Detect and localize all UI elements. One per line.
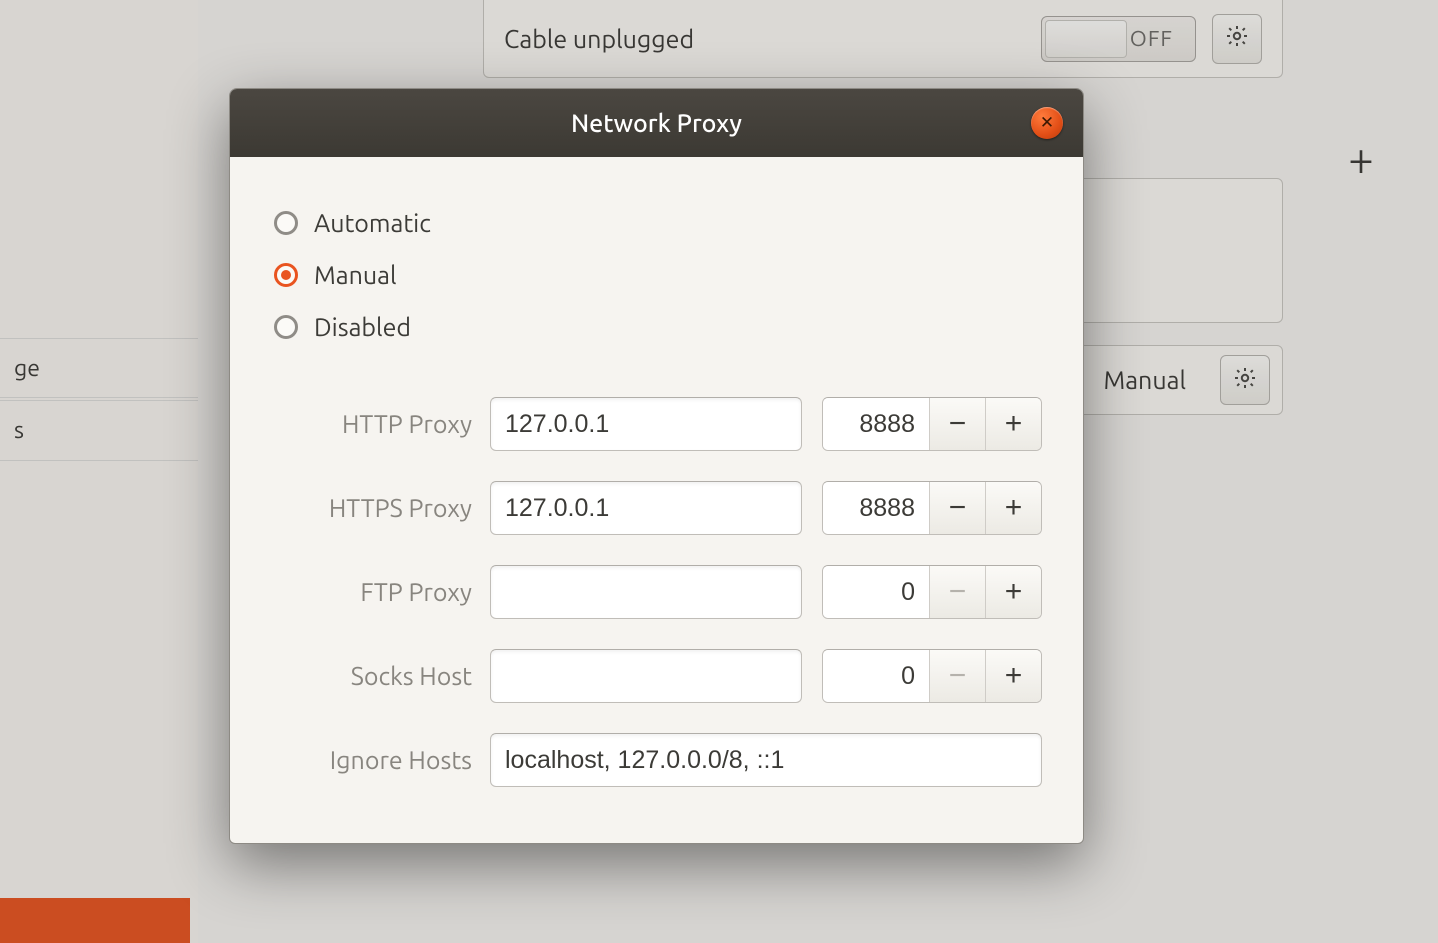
radio-manual[interactable]: Manual: [274, 249, 1039, 301]
https-port-decrement-button[interactable]: −: [929, 482, 985, 534]
minus-icon: −: [949, 575, 967, 609]
close-icon: ✕: [1040, 113, 1054, 133]
http-proxy-port-spin: − +: [822, 397, 1042, 451]
plus-icon: +: [1005, 407, 1023, 441]
plus-icon: +: [1005, 575, 1023, 609]
ftp-proxy-port-spin: − +: [822, 565, 1042, 619]
socks-port-increment-button[interactable]: +: [985, 650, 1041, 702]
http-proxy-label: HTTP Proxy: [274, 410, 474, 438]
http-port-decrement-button[interactable]: −: [929, 398, 985, 450]
proxy-form: HTTP Proxy − + HTTPS Proxy − + FTP Proxy: [274, 397, 1039, 787]
https-proxy-port-input[interactable]: [823, 482, 929, 534]
socks-port-input[interactable]: [823, 650, 929, 702]
radio-label: Manual: [314, 261, 397, 289]
socks-host-label: Socks Host: [274, 662, 474, 690]
plus-icon: +: [1005, 659, 1023, 693]
proxy-mode-radio-group: Automatic Manual Disabled: [274, 197, 1039, 353]
radio-icon: [274, 263, 298, 287]
https-proxy-port-spin: − +: [822, 481, 1042, 535]
socks-port-decrement-button[interactable]: −: [929, 650, 985, 702]
radio-label: Automatic: [314, 209, 431, 237]
ftp-port-decrement-button[interactable]: −: [929, 566, 985, 618]
ignore-hosts-input[interactable]: [490, 733, 1042, 787]
ftp-proxy-label: FTP Proxy: [274, 578, 474, 606]
radio-disabled[interactable]: Disabled: [274, 301, 1039, 353]
radio-icon: [274, 211, 298, 235]
https-port-increment-button[interactable]: +: [985, 482, 1041, 534]
minus-icon: −: [949, 491, 967, 525]
https-proxy-label: HTTPS Proxy: [274, 494, 474, 522]
minus-icon: −: [949, 659, 967, 693]
socks-port-spin: − +: [822, 649, 1042, 703]
network-proxy-dialog: Network Proxy ✕ Automatic Manual Disable…: [229, 88, 1084, 844]
radio-automatic[interactable]: Automatic: [274, 197, 1039, 249]
http-proxy-port-input[interactable]: [823, 398, 929, 450]
ignore-hosts-label: Ignore Hosts: [274, 746, 474, 774]
close-button[interactable]: ✕: [1031, 107, 1063, 139]
dialog-title: Network Proxy: [571, 109, 742, 137]
radio-label: Disabled: [314, 313, 411, 341]
ftp-port-increment-button[interactable]: +: [985, 566, 1041, 618]
socks-host-input[interactable]: [490, 649, 802, 703]
dialog-titlebar[interactable]: Network Proxy ✕: [230, 89, 1083, 157]
radio-icon: [274, 315, 298, 339]
dialog-body: Automatic Manual Disabled HTTP Proxy − +: [230, 157, 1083, 843]
minus-icon: −: [949, 407, 967, 441]
http-proxy-host-input[interactable]: [490, 397, 802, 451]
https-proxy-host-input[interactable]: [490, 481, 802, 535]
ftp-proxy-port-input[interactable]: [823, 566, 929, 618]
ftp-proxy-host-input[interactable]: [490, 565, 802, 619]
plus-icon: +: [1005, 491, 1023, 525]
http-port-increment-button[interactable]: +: [985, 398, 1041, 450]
